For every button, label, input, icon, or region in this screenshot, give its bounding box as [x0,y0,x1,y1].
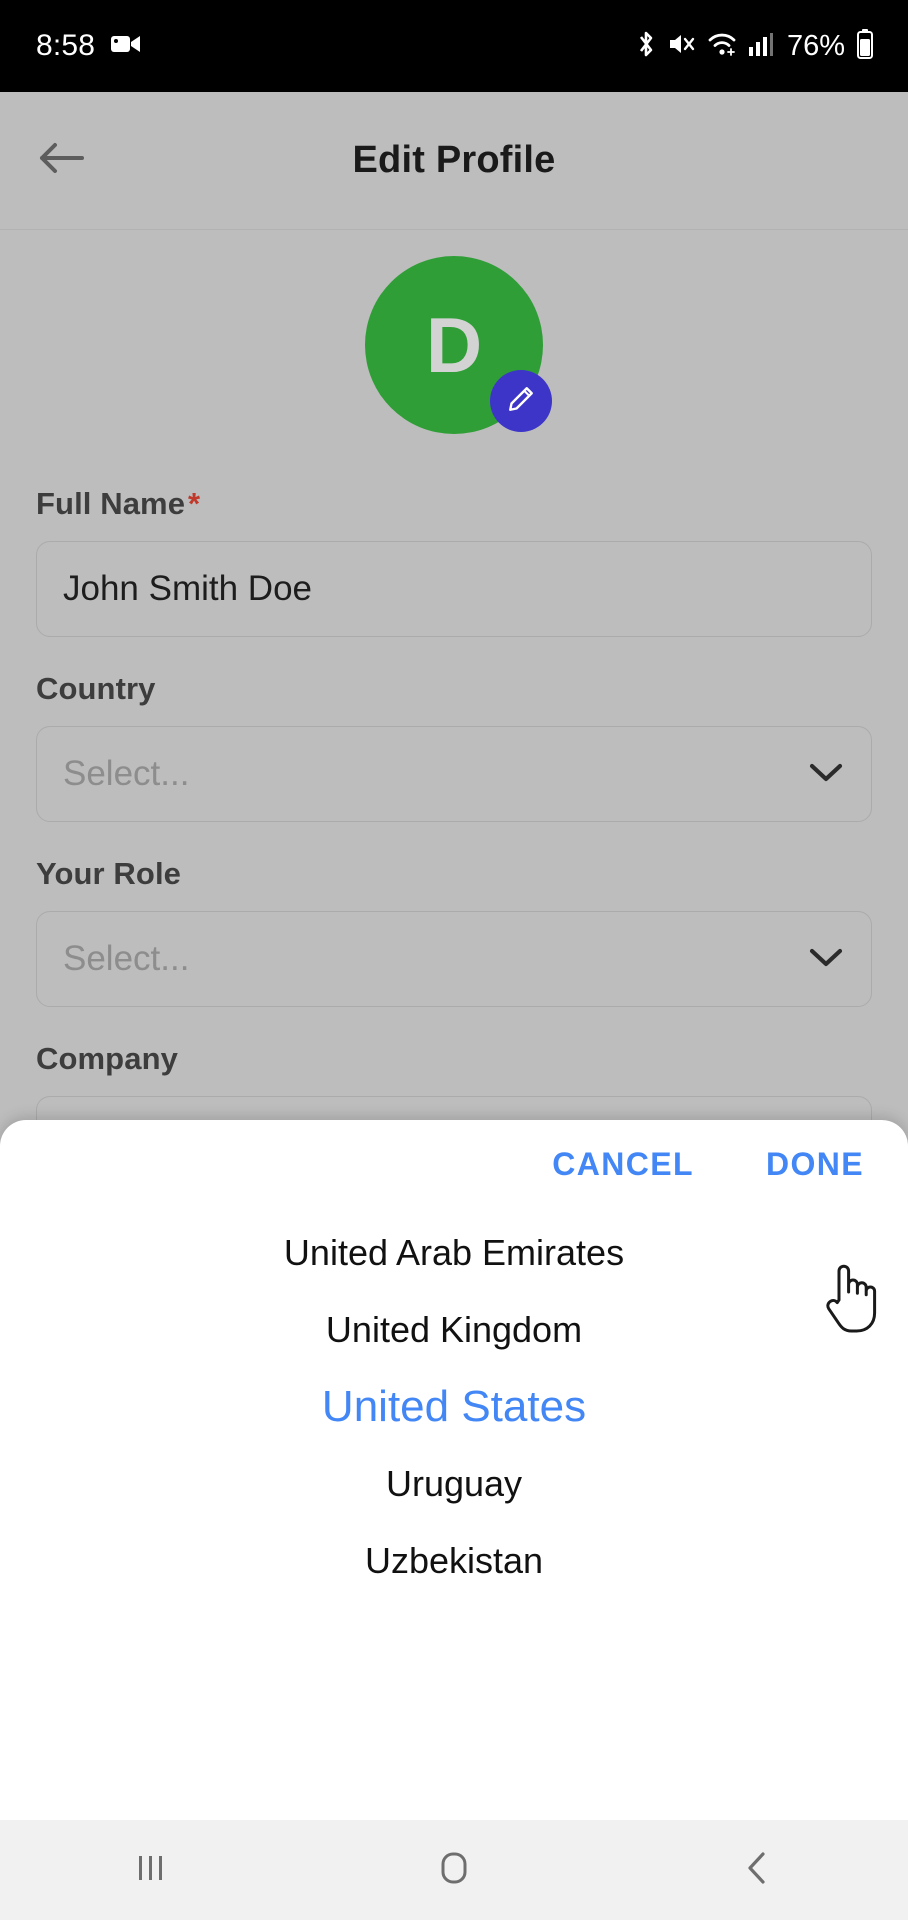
phone-screen: 8:58 76% Edit Profile D Full Name* John … [0,0,908,1920]
chevron-down-icon [807,759,845,790]
label-country: Country [36,671,156,706]
wifi-icon [707,31,737,62]
country-select[interactable]: Select... [36,726,872,822]
status-bar-right: 76% [635,28,874,64]
full-name-value: John Smith Doe [63,569,313,608]
cancel-button[interactable]: CANCEL [552,1146,694,1183]
picker-option-selected[interactable]: United States [0,1368,908,1445]
status-bar-left: 8:58 [36,29,141,63]
arrow-left-icon [37,140,85,181]
label-company: Company [36,1041,178,1076]
full-name-input[interactable]: John Smith Doe [36,541,872,637]
done-button[interactable]: DONE [766,1146,864,1183]
recents-button[interactable] [91,1820,211,1920]
home-button[interactable] [394,1820,514,1920]
country-picker-sheet: CANCEL DONE United Arab Emirates United … [0,1120,908,1820]
label-full-name: Full Name* [36,486,872,522]
app-bar: Edit Profile [0,92,908,230]
video-camera-icon [111,33,141,60]
picker-option[interactable]: Uzbekistan [0,1522,908,1599]
back-button[interactable] [30,130,92,192]
page-title: Edit Profile [352,139,556,181]
picker-option-list[interactable]: United Arab Emirates United Kingdom Unit… [0,1200,908,1815]
role-select[interactable]: Select... [36,911,872,1007]
status-bar: 8:58 76% [0,0,908,92]
pencil-icon [506,384,536,419]
back-chevron-icon [742,1848,772,1893]
battery-percent: 76% [786,29,845,62]
cellular-signal-icon [748,31,774,62]
profile-form: Full Name* John Smith Doe Country Select… [0,460,908,1192]
android-nav-bar [0,1820,908,1920]
battery-icon [856,28,874,64]
status-time: 8:58 [36,29,96,62]
mute-icon [668,30,696,63]
avatar[interactable]: D [365,256,552,434]
bluetooth-icon [635,29,657,64]
label-your-role: Your Role [36,856,182,891]
picker-option[interactable]: United Arab Emirates [0,1214,908,1291]
field-your-role: Your Role Select... [36,856,872,1007]
country-placeholder: Select... [63,754,190,793]
avatar-section: D [0,230,908,460]
picker-option[interactable]: Uruguay [0,1445,908,1522]
avatar-edit-badge[interactable] [490,370,552,432]
picker-option[interactable]: United Kingdom [0,1291,908,1368]
field-full-name: Full Name* John Smith Doe [36,486,872,637]
field-country: Country Select... [36,671,872,822]
required-marker: * [188,486,201,521]
chevron-down-icon [807,944,845,975]
label-full-name-text: Full Name [36,486,186,521]
recents-icon [134,1848,168,1893]
home-icon [435,1848,473,1893]
back-nav-button[interactable] [697,1820,817,1920]
picker-action-bar: CANCEL DONE [0,1120,908,1200]
role-placeholder: Select... [63,939,190,978]
